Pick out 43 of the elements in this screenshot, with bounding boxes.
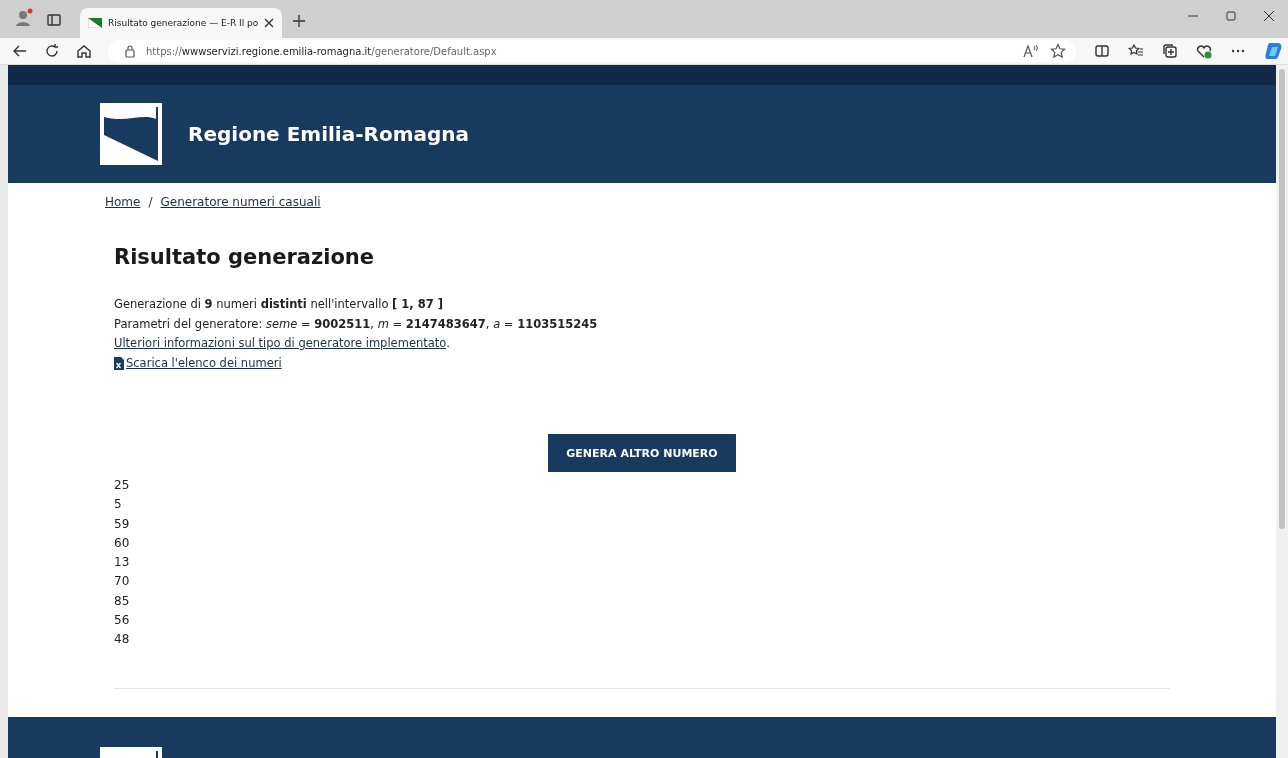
close-icon[interactable] bbox=[264, 18, 275, 28]
number-item: 56 bbox=[114, 612, 131, 630]
spreadsheet-file-icon bbox=[114, 356, 124, 370]
read-aloud-icon[interactable] bbox=[1022, 43, 1040, 59]
lock-icon bbox=[124, 44, 136, 58]
number-item: 5 bbox=[114, 496, 123, 514]
site-name[interactable]: Regione Emilia-Romagna bbox=[188, 122, 470, 146]
scrollbar[interactable] bbox=[1276, 65, 1288, 758]
region-logo[interactable] bbox=[100, 103, 162, 165]
tab-title: Risultato generazione — E-R Il po bbox=[108, 18, 259, 28]
tab-actions-icon[interactable] bbox=[46, 12, 62, 28]
download-link[interactable]: Scarica l'elenco dei numeri bbox=[114, 353, 1170, 373]
back-icon[interactable] bbox=[12, 43, 28, 59]
number-item: 48 bbox=[114, 631, 131, 649]
breadcrumb-link[interactable]: Generatore numeri casuali bbox=[160, 195, 321, 209]
collections-icon[interactable] bbox=[1162, 43, 1178, 59]
address-bar[interactable]: https://wwwservizi.regione.emilia-romagna.it/generatore/Default.aspx bbox=[108, 40, 1076, 62]
info-text: Parametri del generatore: seme = 9002511, m = 2147483647, a = 1103515245 bbox=[114, 315, 599, 333]
favorites-icon[interactable] bbox=[1128, 43, 1144, 59]
browser-tab[interactable]: Risultato generazione — E-R Il po bbox=[80, 8, 283, 38]
profile-icon[interactable] bbox=[14, 8, 34, 28]
generate-button[interactable]: GENERA ALTRO NUMERO bbox=[548, 434, 736, 472]
heart-pulse-icon[interactable] bbox=[1196, 43, 1212, 59]
refresh-icon[interactable] bbox=[44, 43, 60, 59]
copilot-icon[interactable] bbox=[1264, 41, 1284, 61]
number-item: 25 bbox=[114, 477, 131, 494]
number-item: 59 bbox=[114, 515, 131, 533]
number-item: 13 bbox=[114, 554, 131, 572]
home-icon[interactable] bbox=[76, 43, 92, 59]
page-heading: Risultato generazione bbox=[114, 245, 376, 269]
split-screen-icon[interactable] bbox=[1094, 43, 1110, 59]
info-text: Generazione di 9 numeri distinti nell'intervallo [ 1, 87 ] bbox=[114, 296, 444, 313]
breadcrumb-separator: / bbox=[148, 195, 153, 209]
flag-icon bbox=[88, 18, 102, 28]
number-item: 85 bbox=[114, 592, 131, 610]
new-tab-icon[interactable] bbox=[292, 14, 307, 28]
scrollbar-thumb[interactable] bbox=[1279, 69, 1285, 529]
star-icon[interactable] bbox=[1050, 43, 1066, 59]
breadcrumb-link[interactable]: Home bbox=[105, 195, 141, 209]
number-item: 70 bbox=[114, 573, 131, 591]
info-text: Ulteriori informazioni sul tipo di generatore implementato. bbox=[114, 335, 451, 352]
url-text: https://wwwservizi.regione.emilia-romagna.it/generatore/Default.aspx bbox=[146, 45, 497, 57]
number-item: 60 bbox=[114, 534, 131, 552]
